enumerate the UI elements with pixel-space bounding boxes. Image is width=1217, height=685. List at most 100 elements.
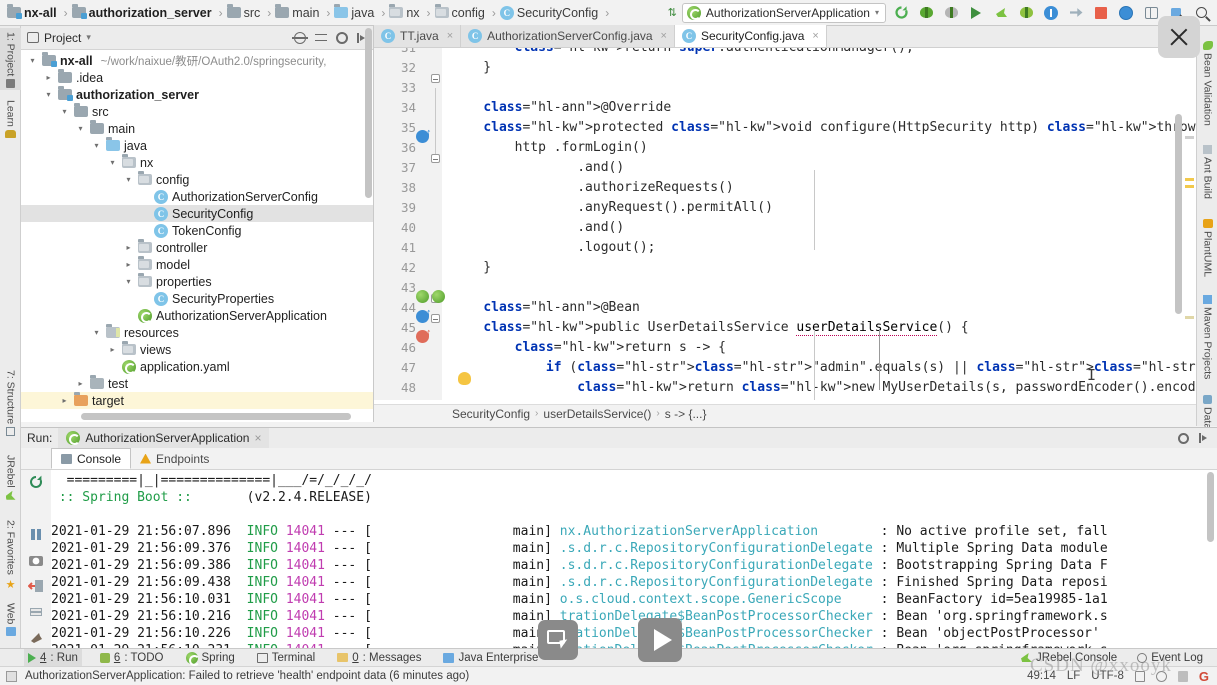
chevron-right-icon[interactable]: ▸ [59, 396, 70, 405]
code-editor[interactable]: 31 class="hl-kw">return super.authentica… [374, 48, 1196, 400]
sidebar-item-plantuml[interactable]: PlantUML [1197, 212, 1217, 280]
tree-node-tokenconfig[interactable]: C TokenConfig [21, 222, 373, 239]
breadcrumb-item-securityconfig[interactable]: C SecurityConfig [499, 0, 602, 26]
chevron-down-icon[interactable]: ▾ [123, 277, 134, 286]
tree-node--idea[interactable]: ▸ .idea [21, 69, 373, 86]
error-stripe-mark[interactable] [1185, 136, 1194, 139]
chevron-down-icon[interactable]: ▾ [59, 107, 70, 116]
breadcrumb-item-class[interactable]: SecurityConfig [452, 407, 530, 421]
editor-tab-tt-java[interactable]: C TT.java × [374, 25, 462, 47]
bottom-tab-terminal[interactable]: Terminal [253, 649, 319, 667]
tree-node-authorization-server[interactable]: ▾ authorization_server [21, 86, 373, 103]
jrebel-debug-icon[interactable] [1016, 3, 1036, 23]
breadcrumb[interactable]: SecurityConfig › userDetailsService() › … [374, 404, 1196, 422]
gear-icon[interactable] [336, 31, 348, 44]
editor-tab-securityconfig-java[interactable]: C SecurityConfig.java × [674, 25, 827, 47]
breadcrumb-item-authorization-server[interactable]: authorization_server [71, 0, 216, 26]
chevron-right-icon[interactable]: ▸ [123, 243, 134, 252]
chevron-down-icon[interactable]: ▾ [86, 32, 91, 43]
info-stripe-mark[interactable] [1185, 316, 1194, 319]
updown-icon[interactable]: ⇅ [668, 6, 677, 19]
chevron-right-icon[interactable]: ▸ [123, 260, 134, 269]
browser-icon[interactable] [1116, 3, 1136, 23]
close-icon[interactable]: × [447, 30, 453, 42]
tree-node-views[interactable]: ▸ views [21, 341, 373, 358]
breadcrumb-item-lambda[interactable]: s -> {...} [665, 407, 707, 421]
snapshot-icon[interactable] [538, 620, 578, 660]
implemented-marker-icon[interactable] [416, 327, 432, 343]
warning-stripe-mark[interactable] [1185, 178, 1194, 181]
warning-stripe-mark[interactable] [1185, 185, 1194, 188]
fold-marker[interactable] [431, 314, 440, 323]
console-output[interactable]: =========|_|==============|___/=/_/_/_/ … [51, 470, 1205, 649]
tree-node-test[interactable]: ▸ test [21, 375, 373, 392]
sidebar-item-web[interactable]: Web [0, 599, 21, 641]
chevron-down-icon[interactable]: ▾ [123, 175, 134, 184]
soft-wrap-icon[interactable] [28, 604, 44, 620]
project-tree-horizontal-scrollbar[interactable] [81, 413, 351, 420]
print-icon[interactable] [28, 630, 44, 646]
pause-icon[interactable] [28, 526, 44, 542]
chevron-down-icon[interactable]: ▾ [91, 141, 102, 150]
trash-icon[interactable] [1177, 670, 1188, 682]
breadcrumb-item-config[interactable]: config [434, 0, 489, 26]
sidebar-item-favorites[interactable]: 2: Favorites ★ [0, 516, 21, 592]
bottom-tab-java-enterprise[interactable]: Java Enterprise [439, 649, 542, 667]
bottom-tab-todo[interactable]: 6: TODO [96, 649, 168, 667]
coverage-icon[interactable] [941, 3, 961, 23]
project-tree[interactable]: ▾ nx-all ~/work/naixue/教研/OAuth2.0/springs… [21, 50, 373, 421]
editor-vertical-scrollbar[interactable] [1175, 114, 1182, 314]
collapse-all-icon[interactable] [315, 33, 327, 43]
close-icon[interactable]: × [661, 30, 667, 42]
tree-node-authorizationserverapplication[interactable]: AuthorizationServerApplication [21, 307, 373, 324]
tree-node-main[interactable]: ▾ main [21, 120, 373, 137]
console-vertical-scrollbar[interactable] [1207, 472, 1214, 542]
close-overlay-button[interactable] [1158, 16, 1200, 58]
thread-dump-icon[interactable] [27, 578, 44, 594]
status-toggle-icon[interactable] [6, 670, 17, 682]
chevron-down-icon[interactable]: ▾ [75, 124, 86, 133]
tree-node-target[interactable]: ▸ target [21, 392, 373, 409]
sidebar-item-ant-build[interactable]: Ant Build [1197, 138, 1217, 204]
debug-icon[interactable] [916, 3, 936, 23]
project-tree-vertical-scrollbar[interactable] [365, 28, 372, 198]
fold-marker[interactable] [431, 74, 440, 83]
sidebar-item-structure[interactable]: 7: Structure [0, 366, 21, 444]
stop-icon[interactable] [1091, 3, 1111, 23]
close-icon[interactable]: × [812, 30, 818, 42]
tree-node-properties[interactable]: ▾ properties [21, 273, 373, 290]
breadcrumb-item-method[interactable]: userDetailsService() [543, 407, 651, 421]
jrebel-run-icon[interactable] [991, 3, 1011, 23]
run-tab-console[interactable]: Console [51, 448, 132, 469]
sidebar-item-maven-projects[interactable]: Maven Projects [1197, 288, 1217, 380]
tree-node-src[interactable]: ▾ src [21, 103, 373, 120]
run-tab-endpoints[interactable]: Endpoints [131, 448, 218, 469]
chevron-right-icon[interactable]: ▸ [75, 379, 86, 388]
chevron-down-icon[interactable]: ▾ [91, 328, 102, 337]
tree-node-config[interactable]: ▾ config [21, 171, 373, 188]
bottom-tab-spring[interactable]: Spring [182, 649, 239, 667]
play-icon[interactable] [638, 618, 682, 662]
bean-marker-icon[interactable] [416, 290, 429, 303]
chevron-down-icon[interactable]: ▾ [107, 158, 118, 167]
tree-node-securityconfig[interactable]: C SecurityConfig [21, 205, 373, 222]
bottom-tab-messages[interactable]: 0: Messages [333, 649, 425, 667]
run-configuration-selector[interactable]: AuthorizationServerApplication ▾ [681, 2, 886, 23]
screenshot-icon[interactable] [28, 552, 44, 568]
profiler-icon[interactable] [966, 3, 986, 23]
sidebar-item-jrebel[interactable]: JRebel [0, 451, 21, 509]
google-icon[interactable]: G [1199, 669, 1209, 684]
override-marker-icon[interactable] [416, 307, 432, 323]
run-configuration-tab[interactable]: AuthorizationServerApplication × [58, 428, 270, 448]
tree-node-authorizationserverconfig[interactable]: C AuthorizationServerConfig [21, 188, 373, 205]
sidebar-item-learn[interactable]: Learn [0, 96, 21, 148]
tree-node-securityproperties[interactable]: C SecurityProperties [21, 290, 373, 307]
breadcrumb-item-nx-all[interactable]: nx-all [6, 0, 61, 26]
editor-tab-authorizationserverconfig-java[interactable]: C AuthorizationServerConfig.java × [461, 25, 675, 47]
breadcrumb-item-java[interactable]: java [333, 0, 378, 26]
sidebar-item-bean-validation[interactable]: Bean Validation [1197, 34, 1217, 130]
override-marker-icon[interactable] [416, 127, 432, 143]
tree-node-resources[interactable]: ▾ resources [21, 324, 373, 341]
tree-node-java[interactable]: ▾ java [21, 137, 373, 154]
tree-node-application-yaml[interactable]: application.yaml [21, 358, 373, 375]
